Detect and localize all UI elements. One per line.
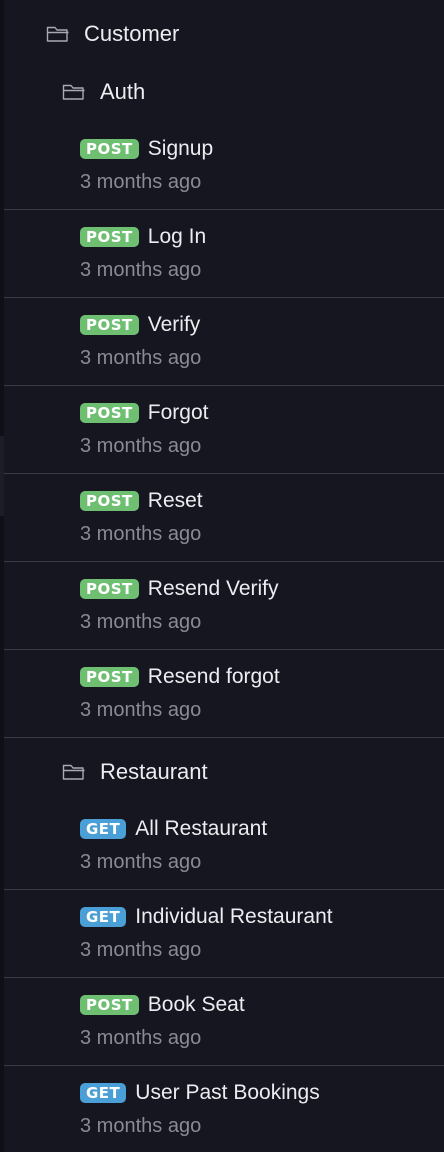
request-timestamp: 3 months ago [80, 1115, 202, 1137]
request-timestamp: 3 months ago [80, 347, 202, 369]
request-header: POST Log In [80, 224, 206, 250]
request-timestamp: 3 months ago [80, 523, 202, 545]
request-timestamp: 3 months ago [80, 611, 202, 633]
method-badge: POST [80, 579, 139, 599]
method-badge: POST [80, 491, 139, 511]
folder-label: Customer [84, 21, 180, 46]
folder-restaurant[interactable]: Restaurant [62, 752, 208, 792]
method-badge: POST [80, 315, 139, 335]
request-header: POST Forgot [80, 400, 208, 426]
request-header: POST Reset [80, 488, 203, 514]
method-badge: GET [80, 819, 127, 839]
request-name: All Restaurant [135, 817, 268, 840]
request-name: Reset [147, 489, 203, 512]
request-header: GET User Past Bookings [80, 1080, 320, 1106]
collection-sidebar: Customer Auth POST Signup 3 months ago POST L… [0, 0, 444, 1152]
request-item[interactable]: POST Log In 3 months ago [4, 210, 444, 298]
request-item[interactable]: POST Resend Verify 3 months ago [4, 562, 444, 650]
request-header: POST Book Seat [80, 992, 245, 1018]
method-badge: POST [80, 227, 139, 247]
request-header: GET All Restaurant [80, 816, 267, 842]
request-name: User Past Bookings [135, 1081, 320, 1104]
request-header: POST Resend forgot [80, 664, 280, 690]
method-badge: GET [80, 907, 127, 927]
request-header: POST Signup [80, 136, 213, 162]
method-badge: POST [80, 139, 139, 159]
request-name: Signup [147, 137, 214, 160]
request-header: POST Verify [80, 312, 200, 338]
request-item[interactable]: GET All Restaurant 3 months ago [4, 802, 444, 890]
folder-open-icon [62, 84, 85, 100]
folder-label: Restaurant [100, 759, 208, 784]
folder-open-icon [62, 764, 85, 780]
request-item[interactable]: POST Signup 3 months ago [4, 122, 444, 210]
request-item[interactable]: POST Verify 3 months ago [4, 298, 444, 386]
method-badge: GET [80, 1083, 127, 1103]
request-timestamp: 3 months ago [80, 851, 202, 873]
request-header: GET Individual Restaurant [80, 904, 333, 930]
request-item[interactable]: POST Book Seat 3 months ago [4, 978, 444, 1066]
request-timestamp: 3 months ago [80, 435, 202, 457]
request-item[interactable]: POST Reset 3 months ago [4, 474, 444, 562]
request-name: Resend forgot [147, 665, 280, 688]
request-timestamp: 3 months ago [80, 1027, 202, 1049]
folder-customer[interactable]: Customer [46, 14, 179, 54]
request-name: Verify [147, 313, 201, 336]
request-header: POST Resend Verify [80, 576, 279, 602]
request-timestamp: 3 months ago [80, 699, 202, 721]
request-timestamp: 3 months ago [80, 259, 202, 281]
request-item[interactable]: GET Individual Restaurant 3 months ago [4, 890, 444, 978]
request-name: Log In [147, 225, 207, 248]
request-name: Forgot [147, 401, 209, 424]
request-item[interactable]: GET User Past Bookings 3 months ago [4, 1066, 444, 1152]
folder-auth[interactable]: Auth [62, 72, 145, 112]
folder-label: Auth [100, 79, 146, 104]
method-badge: POST [80, 403, 139, 423]
request-timestamp: 3 months ago [80, 939, 202, 961]
request-item[interactable]: POST Resend forgot 3 months ago [4, 650, 444, 738]
folder-open-icon [46, 26, 69, 42]
request-item[interactable]: POST Forgot 3 months ago [4, 386, 444, 474]
request-timestamp: 3 months ago [80, 171, 202, 193]
request-name: Book Seat [147, 993, 245, 1016]
method-badge: POST [80, 995, 139, 1015]
request-name: Individual Restaurant [135, 905, 333, 928]
method-badge: POST [80, 667, 139, 687]
request-name: Resend Verify [147, 577, 279, 600]
